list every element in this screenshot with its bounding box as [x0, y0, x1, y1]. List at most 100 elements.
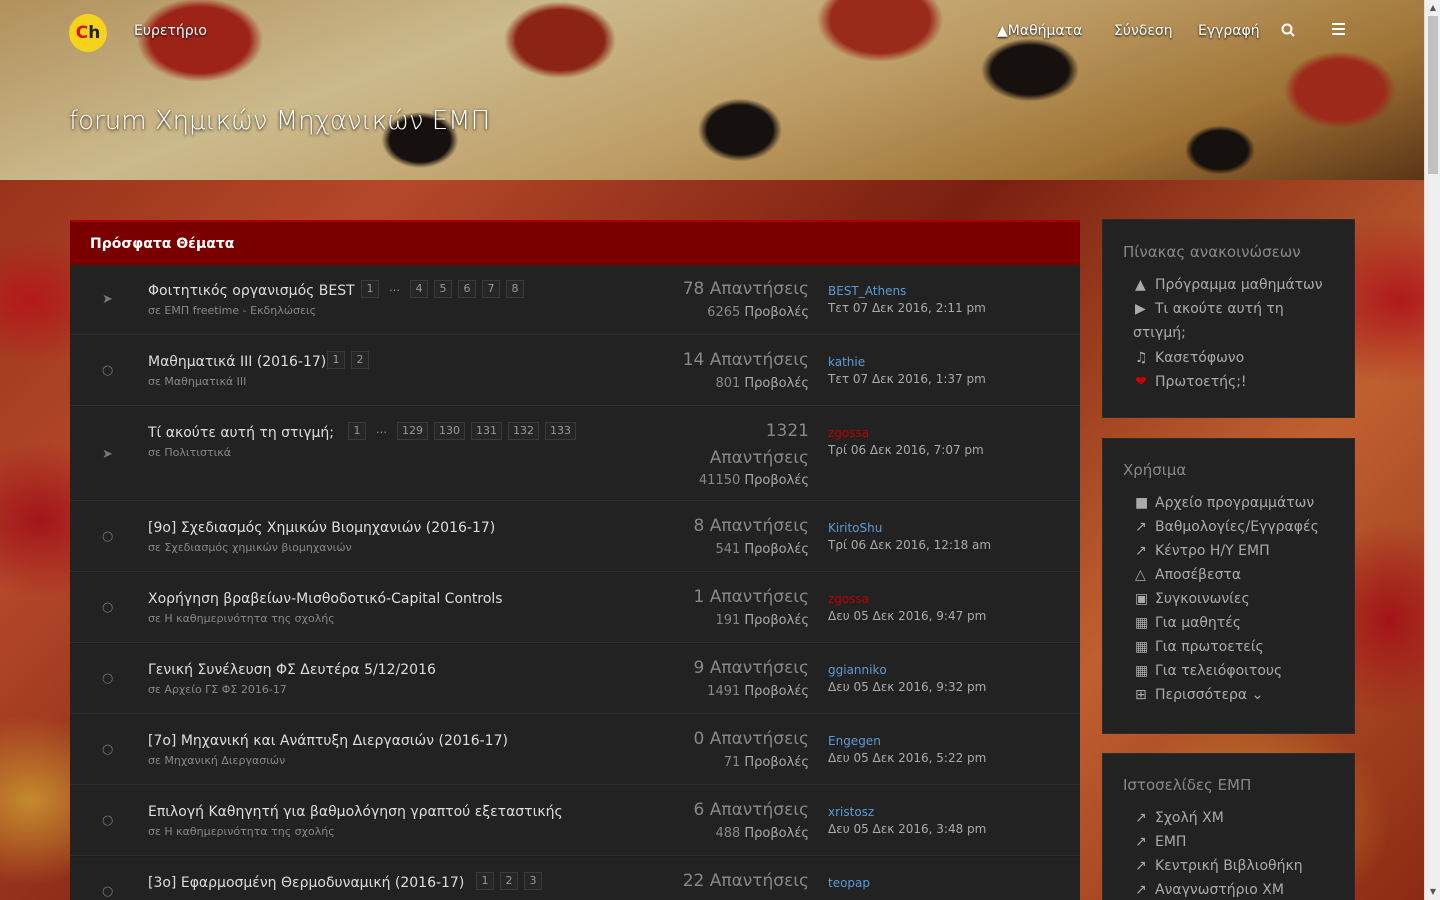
- last-post-date: Τετ 07 Δεκ 2016, 1:37 pm: [828, 372, 986, 386]
- scroll-up-arrow[interactable]: ▲: [1425, 0, 1440, 16]
- topic-forum-link[interactable]: σε Η καθημερινότητα της σχολής: [148, 825, 335, 838]
- last-post-date: Δευ 05 Δεκ 2016, 9:32 pm: [828, 680, 987, 694]
- topic-forum-link[interactable]: σε ΕΜΠ freetime - Εκδηλώσεις: [148, 304, 316, 317]
- site-logo[interactable]: Ch: [69, 14, 107, 52]
- sidebar-link-label: στιγμή;: [1133, 325, 1186, 341]
- reply-count: 9 Απαντήσεις: [693, 658, 810, 678]
- topic-row: ○ [7ο] Μηχανική και Ανάπτυξη Διεργασιών (…: [70, 715, 1080, 785]
- sidebar-link-label: Πρωτοετής;!: [1155, 374, 1247, 390]
- search-icon[interactable]: [1281, 23, 1295, 41]
- topic-forum-link[interactable]: σε Η καθημερινότητα της σχολής: [148, 612, 335, 625]
- nav-index-link[interactable]: Ευρετήριο: [134, 23, 207, 39]
- page-scrollbar[interactable]: ▲ ▼: [1424, 0, 1440, 900]
- views-number: 801: [715, 376, 741, 391]
- sidebar-link[interactable]: ↗ Βαθμολογίες/Εγγραφές: [1135, 519, 1319, 535]
- last-poster-link[interactable]: KiritoShu: [828, 521, 882, 535]
- sidebar-link[interactable]: △ Αποσέβεστα: [1135, 567, 1241, 583]
- sidebar-link[interactable]: ⊞ Περισσότερα ⌄: [1135, 687, 1263, 703]
- nav-courses-link[interactable]: ▲Μαθήματα: [997, 23, 1082, 39]
- topic-forum-link[interactable]: σε Μηχανική Διεργασιών: [148, 754, 285, 767]
- sidebar-link[interactable]: ↗ Σχολή ΧΜ: [1135, 810, 1224, 826]
- view-count: 541 Προβολές: [715, 542, 809, 557]
- page-link[interactable]: 132: [508, 422, 539, 440]
- topic-row: ○ Επιλογή Καθηγητή για βαθμολόγηση γραπτο…: [70, 786, 1080, 856]
- page-link[interactable]: 133: [545, 422, 576, 440]
- topic-title-link[interactable]: Φοιτητικός οργανισμός BEST: [148, 283, 355, 299]
- external-link-icon: ↗: [1135, 543, 1147, 559]
- sidebar-link[interactable]: ↗ ΕΜΠ: [1135, 834, 1186, 850]
- topic-title-link[interactable]: Επιλογή Καθηγητή για βαθμολόγηση γραπτού…: [148, 804, 563, 820]
- scroll-down-arrow[interactable]: ▼: [1425, 884, 1440, 900]
- sidebar-link-label: Κέντρο Η/Υ ΕΜΠ: [1155, 543, 1270, 559]
- sidebar-link-label: Συγκοινωνίες: [1155, 591, 1250, 607]
- page-link[interactable]: 2: [351, 351, 369, 369]
- last-poster-link[interactable]: teopap: [828, 876, 870, 890]
- page-link[interactable]: 129: [397, 422, 428, 440]
- page-link[interactable]: 1: [327, 351, 345, 369]
- page-link[interactable]: 5: [434, 280, 452, 298]
- comment-icon: ○: [102, 671, 114, 686]
- page-link[interactable]: 1: [348, 422, 366, 440]
- page-link[interactable]: 131: [471, 422, 502, 440]
- last-poster-link[interactable]: ggiannikо: [828, 663, 887, 677]
- sidebar-link[interactable]: ▶ Τι ακούτε αυτή τη: [1135, 301, 1284, 317]
- topic-pagination: 123: [476, 872, 542, 890]
- sidebar-link-label: Πρόγραμμα μαθημάτων: [1155, 277, 1323, 293]
- nav-register-link[interactable]: Εγγραφή: [1198, 23, 1260, 39]
- sidebar-link[interactable]: ▲ Πρόγραμμα μαθημάτων: [1135, 277, 1323, 293]
- last-poster-link[interactable]: zgossa: [828, 426, 869, 440]
- topic-title-link[interactable]: Τί ακούτε αυτή τη στιγμή;: [148, 425, 334, 441]
- scrollbar-thumb[interactable]: [1428, 16, 1438, 174]
- topic-forum-link[interactable]: σε Μαθηματικά ΙΙΙ: [148, 375, 246, 388]
- page-link[interactable]: 8: [506, 280, 524, 298]
- topic-title-link[interactable]: Μαθηματικά ΙΙΙ (2016-17): [148, 354, 326, 370]
- sidebar-link[interactable]: ↗ Αναγνωστήριο ΧΜ: [1135, 882, 1284, 898]
- sidebar-link-label: Για τελειόφοιτους: [1155, 663, 1283, 679]
- last-poster-link[interactable]: xristosz: [828, 805, 874, 819]
- view-count: 1491 Προβολές: [707, 684, 809, 699]
- sites-box: Ιστοσελίδες ΕΜΠ ↗ Σχολή ΧΜ ↗ ΕΜΠ ↗ Κεντρική Β…: [1102, 753, 1355, 900]
- reply-count: 22 Απαντήσεις: [682, 871, 809, 891]
- topic-title-link[interactable]: [3ο] Εφαρμοσμένη Θερμοδυναμική (2016-17): [148, 875, 464, 891]
- sidebar-link[interactable]: ▦ Για μαθητές: [1135, 615, 1241, 631]
- page-link[interactable]: 4: [410, 280, 428, 298]
- menu-icon[interactable]: [1332, 23, 1345, 39]
- sidebar-link[interactable]: ♫ Κασετόφωνο: [1135, 350, 1244, 366]
- pin-icon: ➤: [102, 292, 113, 307]
- sidebar-link[interactable]: ■ Αρχείο προγραμμάτων: [1135, 495, 1314, 511]
- topic-row: ➤ Τί ακούτε αυτή τη στιγμή; 1 … 129 130 131 132…: [70, 407, 1080, 501]
- topic-title-link[interactable]: [7ο] Μηχανική και Ανάπτυξη Διεργασιών (2…: [148, 733, 508, 749]
- sidebar-link[interactable]: ▦ Για τελειόφοιτους: [1135, 663, 1282, 679]
- page-link[interactable]: 7: [482, 280, 500, 298]
- nav-login-link[interactable]: Σύνδεση: [1114, 23, 1173, 39]
- page-link[interactable]: 3: [524, 872, 542, 890]
- last-poster-link[interactable]: Engegen: [828, 734, 881, 748]
- last-post-date: Τρί 06 Δεκ 2016, 12:18 am: [828, 538, 992, 552]
- topic-pagination: 12: [327, 351, 369, 369]
- last-poster-link[interactable]: zgossa: [828, 592, 869, 606]
- topic-title-link[interactable]: Χορήγηση βραβείων-Μισθοδοτικό-Capital Co…: [148, 591, 503, 607]
- last-poster-link[interactable]: kathie: [828, 355, 865, 369]
- page-link[interactable]: 6: [458, 280, 476, 298]
- last-poster-link[interactable]: BEST_Athens: [828, 284, 906, 298]
- sidebar-link[interactable]: ↗ Κέντρο Η/Υ ΕΜΠ: [1135, 543, 1270, 559]
- page-link[interactable]: 2: [500, 872, 518, 890]
- last-post-date: Δευ 05 Δεκ 2016, 3:48 pm: [828, 822, 987, 836]
- sidebar-link[interactable]: στιγμή;: [1133, 325, 1186, 341]
- topic-title-link[interactable]: [9ο] Σχεδιασμός Χημικών Βιομηχανιών (201…: [148, 520, 495, 536]
- topic-title-link[interactable]: Γενική Συνέλευση ΦΣ Δευτέρα 5/12/2016: [148, 662, 436, 678]
- sidebar-link[interactable]: ↗ Κεντρική Βιβλιοθήκη: [1135, 858, 1303, 874]
- external-link-icon: ↗: [1135, 810, 1147, 826]
- page-link[interactable]: 1: [476, 872, 494, 890]
- sidebar-link[interactable]: ▣ Συγκοινωνίες: [1135, 591, 1250, 607]
- page-link[interactable]: 130: [434, 422, 465, 440]
- chevron-down-icon: ⌄: [1247, 687, 1264, 703]
- topic-forum-link[interactable]: σε Αρχείο ΓΣ ΦΣ 2016-17: [148, 683, 287, 696]
- page-link[interactable]: 1: [361, 280, 379, 298]
- topic-forum-link[interactable]: σε Πολιτιστικά: [148, 446, 231, 459]
- topic-forum-link[interactable]: σε Σχεδιασμός χημικών βιομηχανιών: [148, 541, 352, 554]
- play-circle-icon: ▶: [1135, 301, 1146, 317]
- sidebar-link[interactable]: ❤ Πρωτοετής;!: [1135, 374, 1247, 390]
- sidebar-link[interactable]: ▦ Για πρωτοετείς: [1135, 639, 1264, 655]
- reply-count: 1321: [765, 421, 809, 441]
